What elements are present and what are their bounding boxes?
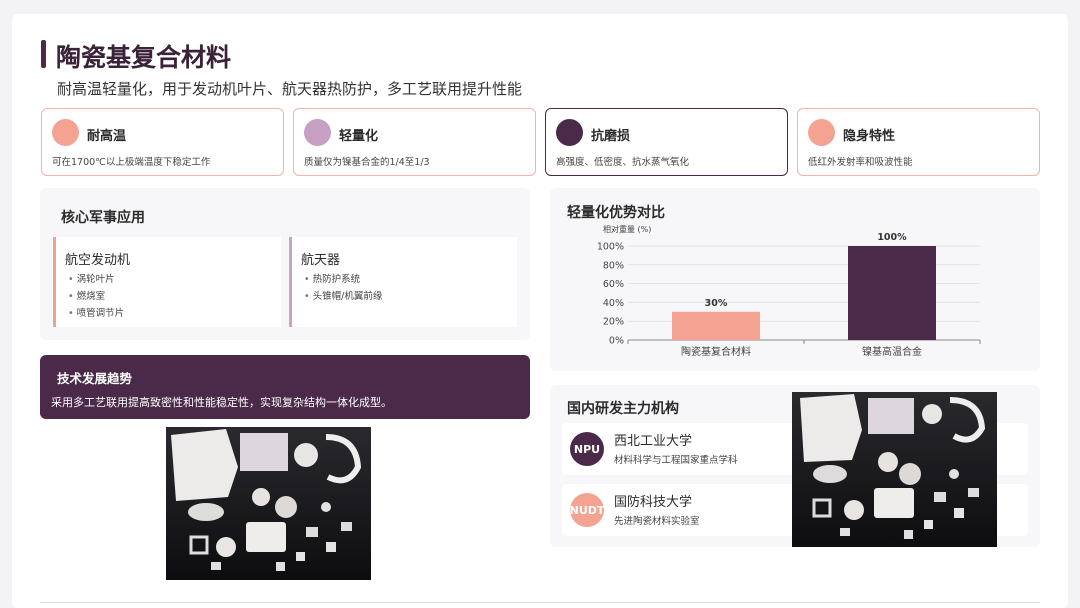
y-tick-label: 40% xyxy=(603,298,624,309)
list-item: 燃烧室 xyxy=(68,288,124,305)
title-accent-bar xyxy=(41,40,46,68)
feature-card-stealth: 隐身特性 低红外发射率和吸波性能 xyxy=(797,108,1040,176)
feature-title: 轻量化 xyxy=(339,129,379,144)
chart-title: 轻量化优势对比 xyxy=(567,205,665,221)
trend-title: 技术发展趋势 xyxy=(57,371,133,386)
application-list: 涡轮叶片 燃烧室 喷管调节片 xyxy=(68,271,125,322)
page-subtitle: 耐高温轻量化，用于发动机叶片、航天器热防护，多工艺联用提升性能 xyxy=(57,80,523,98)
feature-card-heat: 耐高温 可在1700℃以上极端温度下稳定工作 xyxy=(41,108,284,176)
page-title: 陶瓷基复合材料 xyxy=(56,43,232,72)
trend-banner: 技术发展趋势 采用多工艺联用提高致密性和性能稳定性，实现复杂结构一体化成型。 xyxy=(40,355,530,419)
bar-chart: 相对重量 (%) 0% 20% 40% 60% 80% 100% 30% 陶瓷基复合材料 100%… xyxy=(597,224,981,358)
y-tick-label: 60% xyxy=(603,279,624,290)
institution-desc: 先进陶瓷材料实验室 xyxy=(614,516,700,527)
list-item: 头锥帽/机翼前缘 xyxy=(304,288,383,305)
bar-value-label: 100% xyxy=(877,232,907,243)
institution-desc: 材料科学与工程国家重点学科 xyxy=(614,455,738,466)
feature-dot-icon xyxy=(556,119,583,146)
feature-desc: 质量仅为镍基合金的1/4至1/3 xyxy=(304,157,430,168)
application-box-spacecraft: 航天器 热防护系统 头锥帽/机翼前缘 xyxy=(289,237,517,327)
application-heading: 航空发动机 xyxy=(65,253,131,268)
institutions-title: 国内研发主力机构 xyxy=(567,401,679,417)
institution-name: 国防科技大学 xyxy=(614,495,693,510)
feature-dot-icon xyxy=(304,119,331,146)
bar xyxy=(672,311,760,340)
y-tick-label: 0% xyxy=(609,336,624,347)
y-tick-label: 80% xyxy=(603,260,624,271)
feature-title: 隐身特性 xyxy=(843,129,896,144)
feature-dot-icon xyxy=(808,119,835,146)
feature-desc: 可在1700℃以上极端温度下稳定工作 xyxy=(52,157,211,168)
feature-dot-icon xyxy=(52,119,79,146)
application-box-engine: 航空发动机 涡轮叶片 燃烧室 喷管调节片 xyxy=(53,237,281,327)
y-tick-label: 100% xyxy=(597,242,624,253)
nudt-logo-icon: NUDT xyxy=(570,493,604,527)
list-item: 涡轮叶片 xyxy=(68,271,124,288)
bar-value-label: 30% xyxy=(705,298,728,309)
npu-logo-icon: NPU xyxy=(570,432,604,466)
footer-divider xyxy=(40,602,1040,603)
x-tick-label: 陶瓷基复合材料 xyxy=(681,345,751,358)
feature-card-wear: 抗磨损 高强度、低密度、抗水蒸气氧化 xyxy=(545,108,788,176)
feature-desc: 高强度、低密度、抗水蒸气氧化 xyxy=(556,157,690,168)
y-axis-label: 相对重量 (%) xyxy=(603,224,651,234)
bar xyxy=(848,246,936,340)
feature-desc: 低红外发射率和吸波性能 xyxy=(808,157,913,168)
list-item: 喷管调节片 xyxy=(68,305,125,322)
list-item: 热防护系统 xyxy=(304,271,382,288)
feature-title: 耐高温 xyxy=(87,129,127,144)
application-list: 热防护系统 头锥帽/机翼前缘 xyxy=(304,271,383,305)
x-tick-label: 镍基高温合金 xyxy=(862,345,922,358)
trend-desc: 采用多工艺联用提高致密性和性能稳定性，实现复杂结构一体化成型。 xyxy=(51,396,392,409)
ceramic-components-photo xyxy=(792,392,997,547)
feature-title: 抗磨损 xyxy=(591,129,631,144)
y-tick-label: 20% xyxy=(603,317,624,328)
feature-card-lightweight: 轻量化 质量仅为镍基合金的1/4至1/3 xyxy=(293,108,536,176)
ceramic-parts-photo xyxy=(166,427,371,580)
application-heading: 航天器 xyxy=(301,253,341,268)
applications-title: 核心军事应用 xyxy=(61,210,145,226)
institution-name: 西北工业大学 xyxy=(614,434,693,449)
